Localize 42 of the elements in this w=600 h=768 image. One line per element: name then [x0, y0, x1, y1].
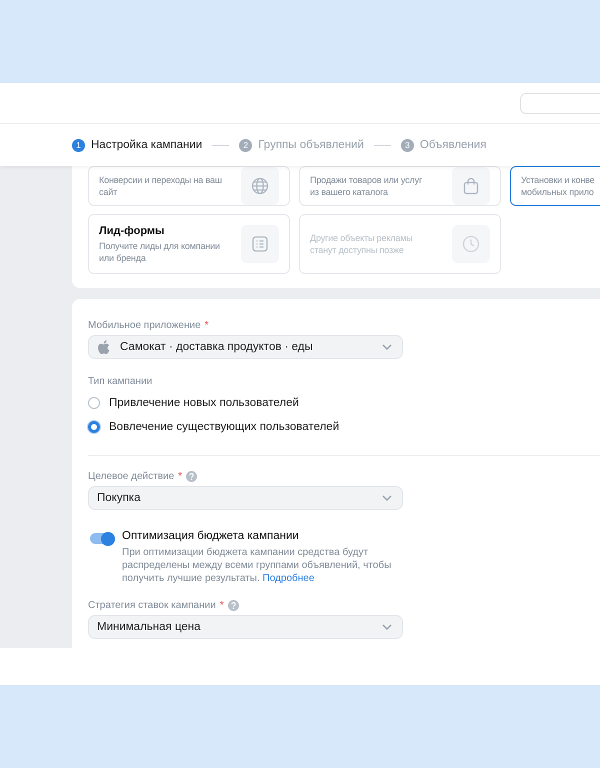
select-field[interactable]: Покупка — [88, 486, 403, 510]
select-field[interactable]: Минимальная цена — [88, 615, 403, 639]
help-icon[interactable] — [228, 600, 239, 611]
card-description: Установки и конве мобильных прило — [521, 174, 596, 198]
card-title: Лид-формы — [99, 224, 166, 236]
card-description: Продажи товаров или услуг из вашего каталога — [310, 174, 424, 198]
bag-icon — [462, 177, 480, 195]
objective-card[interactable]: Продажи товаров или услуг из вашего каталога — [299, 166, 501, 206]
help-icon[interactable] — [186, 471, 198, 482]
toggle-switch[interactable] — [90, 533, 114, 544]
objective-card[interactable]: Установки и конве мобильных прило — [510, 166, 600, 206]
toggle-description: При оптимизации бюджета кампании средства будут распределены между всеми группами объявлений, чтобы получить лучшие результаты. Подробнее — [122, 546, 392, 585]
field-label: Целевое действие — [88, 471, 174, 482]
field-label: Тип кампании — [88, 376, 154, 387]
card-description: Получите лиды для компании или бренда — [99, 240, 221, 264]
search-field[interactable] — [520, 92, 600, 114]
step-number: 1 — [72, 138, 85, 152]
step-number: 2 — [239, 138, 252, 152]
field-label: Мобильное приложение — [88, 320, 201, 331]
field-label: Стратегия ставок кампании — [88, 600, 216, 611]
apple-icon — [97, 340, 110, 354]
step-tab[interactable]: 1 Настройка кампании — [72, 138, 202, 152]
more-link[interactable]: Подробнее — [262, 573, 314, 584]
toggle-label: Оптимизация бюджета кампании — [122, 530, 300, 542]
select-field[interactable]: Самокат · доставка продуктов · еды — [88, 335, 403, 359]
radio-option[interactable]: Привлечение новых пользователей — [88, 395, 299, 411]
step-number: 3 — [400, 138, 414, 152]
chevron-down-icon — [382, 624, 392, 630]
list-icon — [251, 235, 269, 253]
radio-button[interactable] — [88, 397, 100, 409]
card-description: Конверсии и переходы на ваш сайт — [99, 174, 223, 198]
clock-icon — [462, 235, 480, 253]
radio-option[interactable]: Вовлечение существующих пользователей — [88, 419, 340, 435]
globe-icon — [251, 177, 269, 195]
card-description: Другие объекты рекламы станут доступны позже — [310, 232, 414, 256]
objective-card[interactable]: Лид-формы Получите лиды для компании или бренда — [88, 214, 290, 274]
radio-button[interactable] — [88, 421, 100, 433]
chevron-down-icon — [382, 344, 392, 350]
required-mark: * — [220, 600, 224, 611]
required-mark: * — [178, 471, 182, 482]
chevron-down-icon — [382, 495, 392, 501]
required-mark: * — [204, 320, 209, 331]
